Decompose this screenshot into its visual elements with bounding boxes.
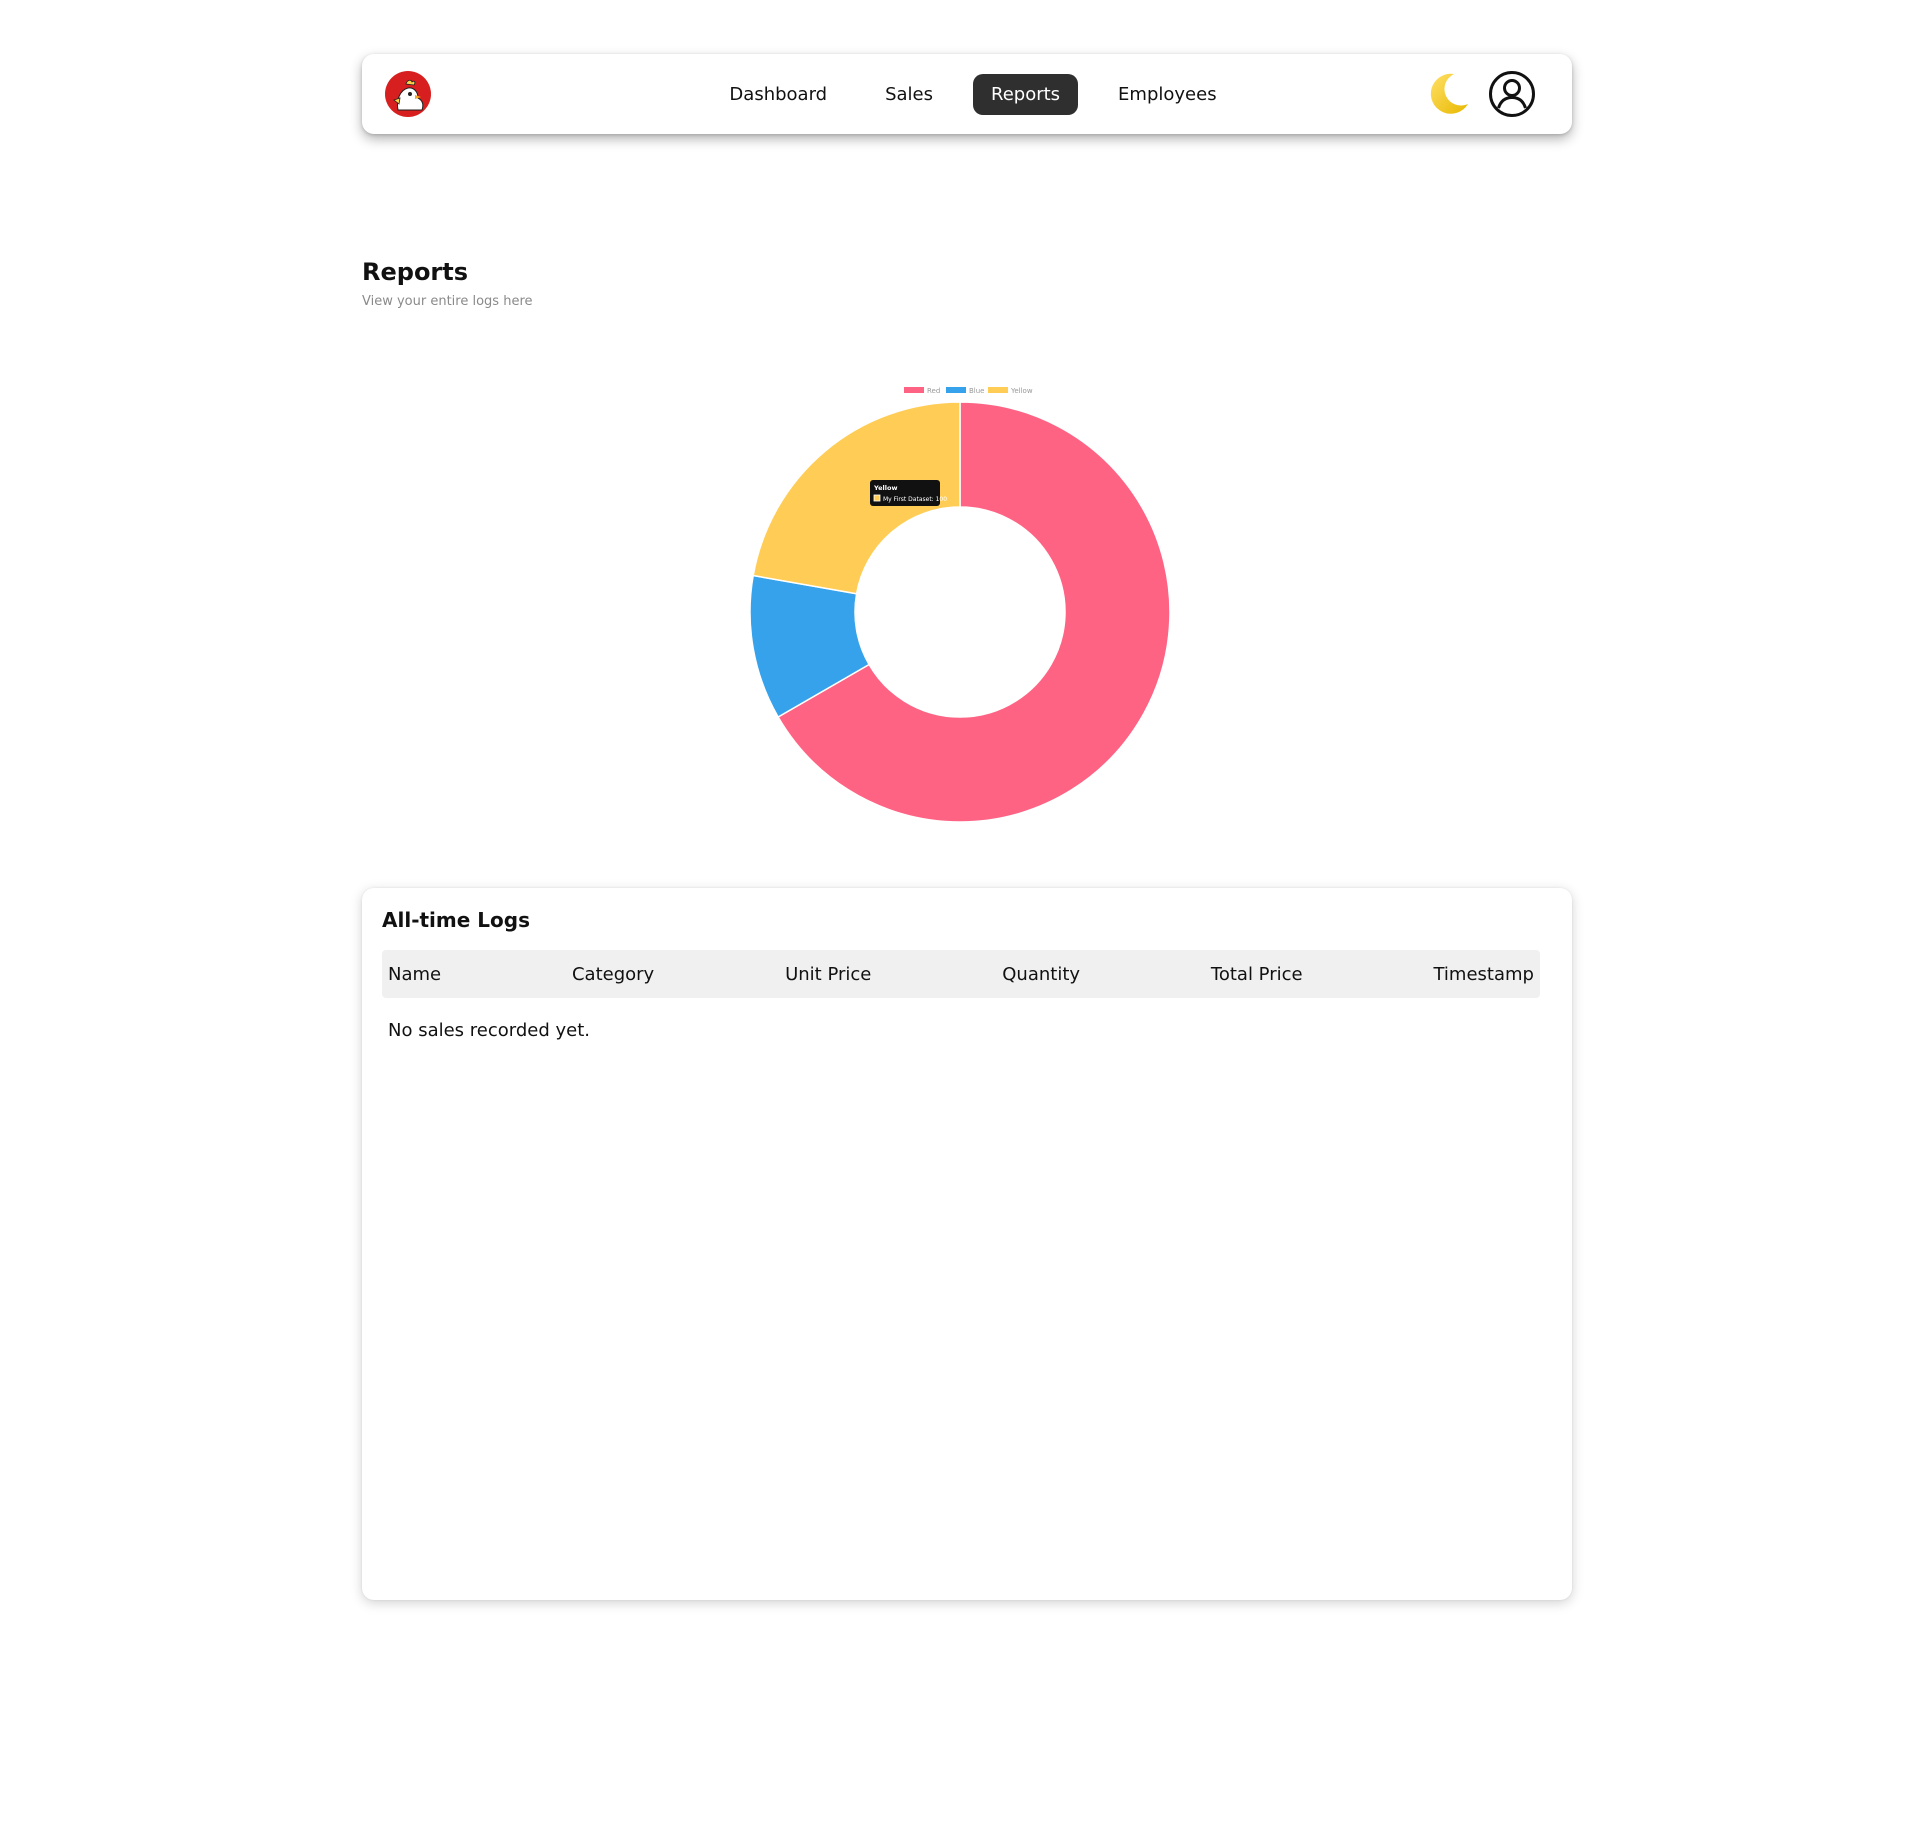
user-circle-icon[interactable] — [1488, 70, 1536, 118]
page-title: Reports — [362, 258, 469, 286]
column-header-name[interactable]: Name — [388, 964, 441, 985]
legend-label-blue: Blue — [969, 387, 985, 395]
nav-item-dashboard[interactable]: Dashboard — [711, 74, 845, 115]
chart-tooltip: Yellow My First Dataset: 100 — [870, 480, 947, 506]
nav-item-sales[interactable]: Sales — [867, 74, 951, 115]
column-header-unit-price[interactable]: Unit Price — [785, 964, 871, 985]
column-header-quantity[interactable]: Quantity — [1002, 964, 1080, 985]
legend-item-blue[interactable]: Blue — [946, 387, 985, 395]
top-navbar: Dashboard Sales Reports Employees — [362, 54, 1572, 134]
legend-swatch-blue — [946, 387, 966, 393]
empty-state-message: No sales recorded yet. — [388, 1020, 591, 1041]
legend-swatch-yellow — [988, 387, 1008, 393]
logs-table-header: Name Category Unit Price Quantity Total … — [382, 950, 1540, 998]
legend-item-red[interactable]: Red — [904, 387, 940, 395]
legend-label-red: Red — [927, 387, 940, 395]
nav-item-reports[interactable]: Reports — [973, 73, 1079, 115]
legend-label-yellow: Yellow — [1010, 387, 1033, 395]
logs-title: All-time Logs — [382, 908, 530, 932]
column-header-timestamp[interactable]: Timestamp — [1433, 964, 1533, 985]
tooltip-title: Yellow — [873, 484, 897, 492]
tooltip-swatch — [873, 494, 881, 502]
page-subtitle: View your entire logs here — [362, 294, 533, 309]
tooltip-label: My First Dataset: 100 — [883, 496, 947, 503]
nav-links: Dashboard Sales Reports Employees — [362, 54, 1572, 134]
chicken-logo-icon[interactable] — [384, 70, 432, 118]
moon-icon[interactable] — [1424, 70, 1472, 118]
nav-item-employees[interactable]: Employees — [1100, 74, 1235, 115]
column-header-total-price[interactable]: Total Price — [1211, 964, 1303, 985]
legend-swatch-red — [904, 387, 924, 393]
legend-item-yellow[interactable]: Yellow — [988, 387, 1033, 395]
doughnut-chart: Red Blue Yellow Yellow My First Dataset: 100 — [742, 382, 1202, 842]
logs-card: All-time Logs Name Category Unit Price Q… — [362, 888, 1572, 1600]
column-header-category[interactable]: Category — [572, 964, 654, 985]
